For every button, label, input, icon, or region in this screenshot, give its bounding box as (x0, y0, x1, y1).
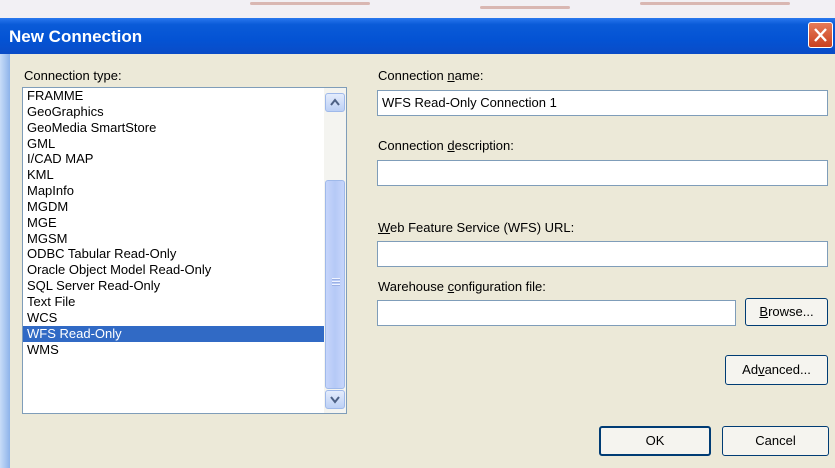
connection-description-input[interactable] (377, 160, 828, 186)
connection-type-listbox[interactable]: FRAMME GeoGraphics GeoMedia SmartStore GML I… (22, 87, 347, 414)
chevron-down-icon (330, 396, 340, 404)
ok-button[interactable]: OK (599, 426, 711, 456)
list-item[interactable]: KML (23, 167, 324, 183)
connection-name-input[interactable]: WFS Read-Only Connection 1 (377, 90, 828, 116)
close-button[interactable] (808, 22, 833, 48)
label-access-key: d (447, 138, 455, 153)
browse-button[interactable]: Browse... (745, 298, 828, 326)
button-label: rowse... (768, 304, 814, 319)
list-item[interactable]: SQL Server Read-Only (23, 278, 324, 294)
background-window (0, 0, 835, 18)
button-label: anced... (764, 362, 811, 377)
label-part: escription: (454, 138, 514, 153)
wfs-url-label: Web Feature Service (WFS) URL: (378, 220, 574, 235)
list-item[interactable]: Oracle Object Model Read-Only (23, 262, 324, 278)
connection-type-label: Connection type: (24, 68, 122, 83)
list-item[interactable]: ODBC Tabular Read-Only (23, 246, 324, 262)
label-part: ame: (454, 68, 484, 83)
scroll-thumb-grip (332, 278, 340, 280)
list-item[interactable]: MapInfo (23, 183, 324, 199)
list-item[interactable]: MGE (23, 215, 324, 231)
list-item[interactable]: I/CAD MAP (23, 151, 324, 167)
list-item[interactable]: WMS (23, 342, 324, 358)
chevron-up-icon (330, 98, 340, 106)
list-item[interactable]: Text File (23, 294, 324, 310)
dialog-titlebar[interactable]: New Connection (0, 18, 835, 54)
label-part: eb Feature Service (WFS) URL: (390, 220, 575, 235)
button-label: Ad (742, 362, 759, 377)
list-item[interactable]: GeoGraphics (23, 104, 324, 120)
close-x-icon (814, 28, 827, 42)
list-item[interactable]: FRAMME (23, 88, 324, 104)
label-part: Connection (378, 138, 448, 153)
connection-type-items: FRAMME GeoGraphics GeoMedia SmartStore GML I… (23, 88, 324, 357)
label-access-key: n (447, 68, 455, 83)
listbox-scrollbar[interactable] (324, 88, 346, 413)
dialog-title: New Connection (9, 27, 143, 46)
background-scribble (640, 2, 790, 5)
connection-name-label: Connection name: (378, 68, 484, 83)
list-item[interactable]: MGDM (23, 199, 324, 215)
window-left-border (0, 54, 10, 468)
scroll-down-button[interactable] (325, 390, 345, 409)
background-scribble (250, 2, 370, 5)
label-access-key: W (378, 220, 391, 235)
scroll-thumb-grip (332, 284, 340, 286)
label-access-key: B (759, 304, 769, 319)
scroll-thumb[interactable] (325, 180, 345, 389)
list-item[interactable]: MGSM (23, 231, 324, 247)
connection-description-label: Connection description: (378, 138, 514, 153)
label-part: onfiguration file: (454, 279, 546, 294)
label-part: Connection (378, 68, 448, 83)
list-item-selected[interactable]: WFS Read-Only (23, 325, 324, 342)
list-item[interactable]: GeoMedia SmartStore (23, 120, 324, 136)
warehouse-config-input[interactable] (377, 300, 736, 326)
advanced-button[interactable]: Advanced... (725, 355, 828, 385)
label-part: Warehouse (378, 279, 448, 294)
scroll-thumb-grip (332, 281, 340, 283)
background-scribble (480, 6, 570, 9)
warehouse-config-label: Warehouse configuration file: (378, 279, 546, 294)
list-item[interactable]: GML (23, 136, 324, 152)
list-item[interactable]: WCS (23, 310, 324, 326)
scroll-up-button[interactable] (325, 93, 345, 112)
cancel-button[interactable]: Cancel (722, 426, 829, 456)
wfs-url-input[interactable] (377, 241, 828, 267)
